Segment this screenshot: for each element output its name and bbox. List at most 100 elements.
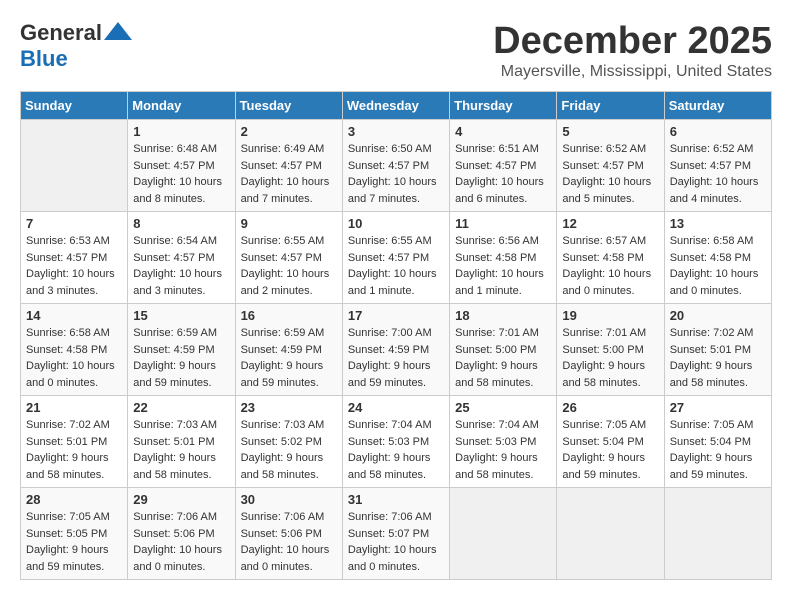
day-cell: 13 Sunrise: 6:58 AMSunset: 4:58 PMDayligh… bbox=[664, 212, 771, 304]
day-number: 16 bbox=[241, 308, 337, 323]
day-cell: 24 Sunrise: 7:04 AMSunset: 5:03 PMDayligh… bbox=[342, 396, 449, 488]
header-thursday: Thursday bbox=[450, 92, 557, 120]
day-info: Sunrise: 7:04 AMSunset: 5:03 PMDaylight:… bbox=[455, 417, 551, 483]
day-number: 20 bbox=[670, 308, 766, 323]
day-number: 22 bbox=[133, 400, 229, 415]
month-title: December 2025 bbox=[493, 20, 772, 63]
day-cell bbox=[557, 488, 664, 580]
day-cell: 1 Sunrise: 6:48 AMSunset: 4:57 PMDaylight… bbox=[128, 120, 235, 212]
day-info: Sunrise: 6:56 AMSunset: 4:58 PMDaylight:… bbox=[455, 233, 551, 299]
day-cell: 18 Sunrise: 7:01 AMSunset: 5:00 PMDayligh… bbox=[450, 304, 557, 396]
day-number: 18 bbox=[455, 308, 551, 323]
header-monday: Monday bbox=[128, 92, 235, 120]
day-number: 31 bbox=[348, 492, 444, 507]
day-info: Sunrise: 7:02 AMSunset: 5:01 PMDaylight:… bbox=[26, 417, 122, 483]
logo: General Blue bbox=[20, 20, 132, 73]
header-tuesday: Tuesday bbox=[235, 92, 342, 120]
day-number: 8 bbox=[133, 216, 229, 231]
day-cell: 6 Sunrise: 6:52 AMSunset: 4:57 PMDaylight… bbox=[664, 120, 771, 212]
day-cell: 27 Sunrise: 7:05 AMSunset: 5:04 PMDayligh… bbox=[664, 396, 771, 488]
day-number: 1 bbox=[133, 124, 229, 139]
day-info: Sunrise: 7:06 AMSunset: 5:06 PMDaylight:… bbox=[133, 509, 229, 575]
day-number: 7 bbox=[26, 216, 122, 231]
day-info: Sunrise: 6:57 AMSunset: 4:58 PMDaylight:… bbox=[562, 233, 658, 299]
week-row-3: 14 Sunrise: 6:58 AMSunset: 4:58 PMDayligh… bbox=[21, 304, 772, 396]
day-info: Sunrise: 6:51 AMSunset: 4:57 PMDaylight:… bbox=[455, 141, 551, 207]
day-info: Sunrise: 6:52 AMSunset: 4:57 PMDaylight:… bbox=[670, 141, 766, 207]
day-cell: 14 Sunrise: 6:58 AMSunset: 4:58 PMDayligh… bbox=[21, 304, 128, 396]
day-info: Sunrise: 6:58 AMSunset: 4:58 PMDaylight:… bbox=[26, 325, 122, 391]
day-number: 14 bbox=[26, 308, 122, 323]
day-cell: 12 Sunrise: 6:57 AMSunset: 4:58 PMDayligh… bbox=[557, 212, 664, 304]
day-cell: 5Sunrise: 6:52 AMSunset: 4:57 PMDaylight… bbox=[557, 120, 664, 212]
day-info: Sunrise: 6:55 AMSunset: 4:57 PMDaylight:… bbox=[241, 233, 337, 299]
day-number: 25 bbox=[455, 400, 551, 415]
day-cell: 30Sunrise: 7:06 AMSunset: 5:06 PMDayligh… bbox=[235, 488, 342, 580]
day-info: Sunrise: 7:05 AMSunset: 5:04 PMDaylight:… bbox=[670, 417, 766, 483]
day-number: 2 bbox=[241, 124, 337, 139]
day-info: Sunrise: 7:01 AMSunset: 5:00 PMDaylight:… bbox=[455, 325, 551, 391]
day-cell bbox=[664, 488, 771, 580]
day-number: 24 bbox=[348, 400, 444, 415]
day-cell: 4Sunrise: 6:51 AMSunset: 4:57 PMDaylight… bbox=[450, 120, 557, 212]
day-info: Sunrise: 7:05 AMSunset: 5:04 PMDaylight:… bbox=[562, 417, 658, 483]
day-number: 23 bbox=[241, 400, 337, 415]
day-info: Sunrise: 6:58 AMSunset: 4:58 PMDaylight:… bbox=[670, 233, 766, 299]
day-info: Sunrise: 6:49 AMSunset: 4:57 PMDaylight:… bbox=[241, 141, 337, 207]
day-number: 30 bbox=[241, 492, 337, 507]
day-info: Sunrise: 6:53 AMSunset: 4:57 PMDaylight:… bbox=[26, 233, 122, 299]
day-cell: 2 Sunrise: 6:49 AMSunset: 4:57 PMDaylight… bbox=[235, 120, 342, 212]
day-number: 27 bbox=[670, 400, 766, 415]
week-row-4: 21 Sunrise: 7:02 AMSunset: 5:01 PMDayligh… bbox=[21, 396, 772, 488]
week-row-1: 1 Sunrise: 6:48 AMSunset: 4:57 PMDaylight… bbox=[21, 120, 772, 212]
day-info: Sunrise: 7:02 AMSunset: 5:01 PMDaylight:… bbox=[670, 325, 766, 391]
day-cell: 11 Sunrise: 6:56 AMSunset: 4:58 PMDayligh… bbox=[450, 212, 557, 304]
day-number: 15 bbox=[133, 308, 229, 323]
day-cell: 29Sunrise: 7:06 AMSunset: 5:06 PMDayligh… bbox=[128, 488, 235, 580]
header-friday: Friday bbox=[557, 92, 664, 120]
logo-text: General Blue bbox=[20, 20, 132, 73]
day-number: 11 bbox=[455, 216, 551, 231]
day-number: 13 bbox=[670, 216, 766, 231]
day-cell: 25 Sunrise: 7:04 AMSunset: 5:03 PMDayligh… bbox=[450, 396, 557, 488]
day-number: 26 bbox=[562, 400, 658, 415]
day-cell: 7 Sunrise: 6:53 AMSunset: 4:57 PMDaylight… bbox=[21, 212, 128, 304]
day-cell: 16 Sunrise: 6:59 AMSunset: 4:59 PMDayligh… bbox=[235, 304, 342, 396]
day-number: 17 bbox=[348, 308, 444, 323]
day-info: Sunrise: 7:03 AMSunset: 5:02 PMDaylight:… bbox=[241, 417, 337, 483]
title-block: December 2025 Mayersville, Mississippi, … bbox=[493, 20, 772, 81]
day-cell: 23 Sunrise: 7:03 AMSunset: 5:02 PMDayligh… bbox=[235, 396, 342, 488]
day-cell bbox=[450, 488, 557, 580]
page-header: General Blue December 2025 Mayersville, … bbox=[20, 20, 772, 81]
day-cell: 9Sunrise: 6:55 AMSunset: 4:57 PMDaylight… bbox=[235, 212, 342, 304]
day-info: Sunrise: 7:04 AMSunset: 5:03 PMDaylight:… bbox=[348, 417, 444, 483]
day-info: Sunrise: 6:55 AMSunset: 4:57 PMDaylight:… bbox=[348, 233, 444, 299]
day-info: Sunrise: 6:48 AMSunset: 4:57 PMDaylight:… bbox=[133, 141, 229, 207]
day-info: Sunrise: 6:59 AMSunset: 4:59 PMDaylight:… bbox=[241, 325, 337, 391]
header-sunday: Sunday bbox=[21, 92, 128, 120]
day-number: 10 bbox=[348, 216, 444, 231]
day-number: 5 bbox=[562, 124, 658, 139]
day-cell bbox=[21, 120, 128, 212]
day-cell: 31Sunrise: 7:06 AMSunset: 5:07 PMDayligh… bbox=[342, 488, 449, 580]
day-cell: 28Sunrise: 7:05 AMSunset: 5:05 PMDayligh… bbox=[21, 488, 128, 580]
day-number: 3 bbox=[348, 124, 444, 139]
day-info: Sunrise: 7:00 AMSunset: 4:59 PMDaylight:… bbox=[348, 325, 444, 391]
day-info: Sunrise: 7:01 AMSunset: 5:00 PMDaylight:… bbox=[562, 325, 658, 391]
week-row-5: 28Sunrise: 7:05 AMSunset: 5:05 PMDayligh… bbox=[21, 488, 772, 580]
day-info: Sunrise: 6:54 AMSunset: 4:57 PMDaylight:… bbox=[133, 233, 229, 299]
week-row-2: 7 Sunrise: 6:53 AMSunset: 4:57 PMDaylight… bbox=[21, 212, 772, 304]
day-cell: 22Sunrise: 7:03 AMSunset: 5:01 PMDayligh… bbox=[128, 396, 235, 488]
header-saturday: Saturday bbox=[664, 92, 771, 120]
day-number: 12 bbox=[562, 216, 658, 231]
day-info: Sunrise: 6:50 AMSunset: 4:57 PMDaylight:… bbox=[348, 141, 444, 207]
location-title: Mayersville, Mississippi, United States bbox=[493, 63, 772, 81]
day-info: Sunrise: 6:59 AMSunset: 4:59 PMDaylight:… bbox=[133, 325, 229, 391]
day-number: 6 bbox=[670, 124, 766, 139]
day-cell: 20 Sunrise: 7:02 AMSunset: 5:01 PMDayligh… bbox=[664, 304, 771, 396]
calendar-table: SundayMondayTuesdayWednesdayThursdayFrid… bbox=[20, 91, 772, 580]
day-cell: 17 Sunrise: 7:00 AMSunset: 4:59 PMDayligh… bbox=[342, 304, 449, 396]
logo-icon bbox=[104, 20, 132, 46]
day-number: 28 bbox=[26, 492, 122, 507]
day-number: 21 bbox=[26, 400, 122, 415]
